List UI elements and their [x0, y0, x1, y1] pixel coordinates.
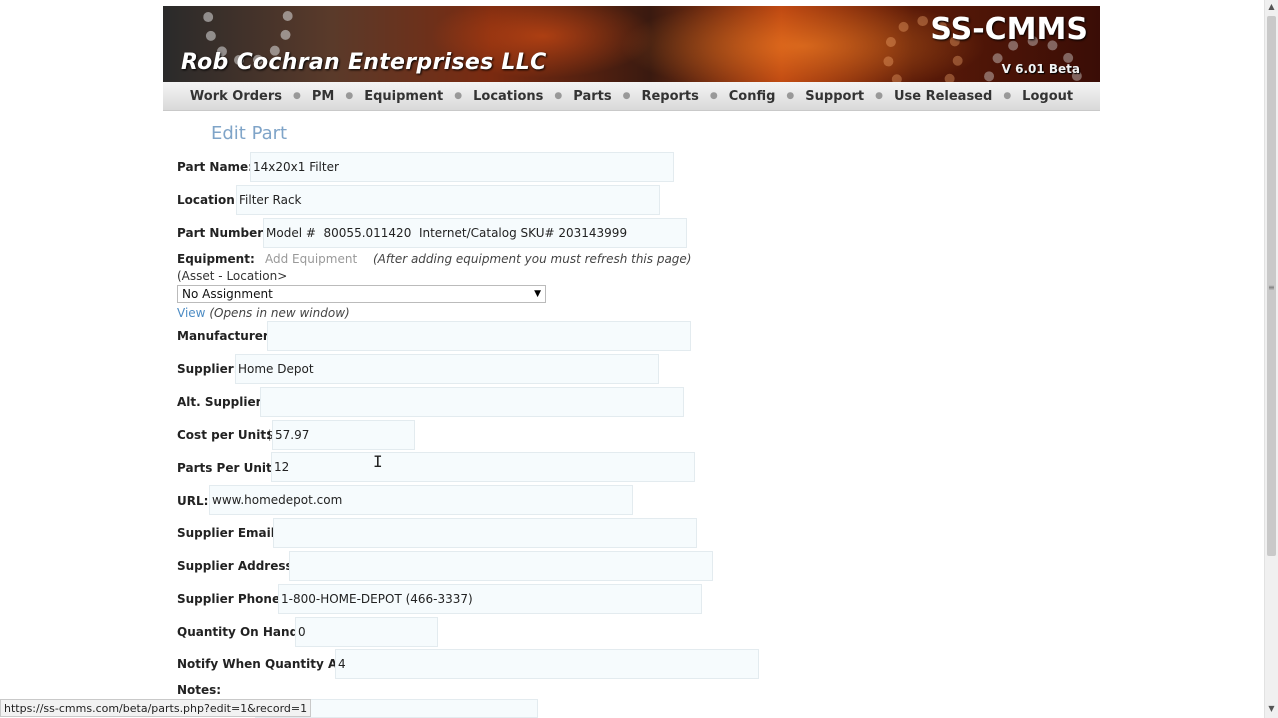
cost-per-unit-input[interactable]: 57.97: [272, 420, 415, 450]
nav-separator: ●: [345, 91, 354, 101]
nav-separator: ●: [709, 91, 718, 101]
main-nav: Work Orders ● PM ● Equipment ● Locations…: [163, 82, 1100, 111]
manufacturer-label: Manufacturer:: [177, 329, 274, 343]
quantity-on-hand-input[interactable]: 0: [295, 617, 438, 647]
alt-supplier-label: Alt. Supplier:: [177, 395, 267, 409]
nav-support[interactable]: Support: [805, 89, 864, 104]
quantity-on-hand-label: Quantity On Hand:: [177, 625, 303, 639]
supplier-address-label: Supplier Address:: [177, 559, 298, 573]
parts-per-unit-label: Parts Per Unit:: [177, 461, 277, 475]
url-label: URL:: [177, 494, 209, 508]
nav-parts[interactable]: Parts: [573, 89, 611, 104]
part-number-label: Part Number:: [177, 226, 268, 240]
status-bar-url: https://ss-cmms.com/beta/parts.php?edit=…: [0, 699, 312, 717]
part-name-input[interactable]: 14x20x1 Filter: [250, 152, 674, 182]
manufacturer-input[interactable]: [267, 321, 691, 351]
parts-per-unit-input[interactable]: 12: [271, 452, 695, 482]
scroll-down-icon[interactable]: ▼: [1267, 704, 1276, 713]
nav-reports[interactable]: Reports: [641, 89, 698, 104]
notify-quantity-input[interactable]: 4: [335, 649, 759, 679]
equipment-select-value: No Assignment: [182, 287, 273, 301]
part-number-input[interactable]: Model # 80055.011420 Internet/Catalog SK…: [263, 218, 687, 248]
nav-separator: ●: [1003, 91, 1012, 101]
url-input[interactable]: www.homedepot.com: [209, 485, 633, 515]
nav-separator: ●: [622, 91, 631, 101]
notes-label: Notes:: [177, 683, 222, 697]
nav-separator: ●: [554, 91, 563, 101]
add-equipment-link[interactable]: Add Equipment: [265, 252, 357, 266]
supplier-email-input[interactable]: [273, 518, 697, 548]
nav-work-orders[interactable]: Work Orders: [190, 89, 282, 104]
app-logo-text: SS-CMMS: [930, 12, 1088, 47]
supplier-phone-input[interactable]: 1-800-HOME-DEPOT (466-3337): [278, 584, 702, 614]
page-title: Edit Part: [211, 123, 288, 144]
cost-per-unit-label: Cost per Unit:: [177, 428, 271, 442]
supplier-label: Supplier:: [177, 362, 239, 376]
notify-quantity-label: Notify When Quantity At:: [177, 657, 348, 671]
company-name: Rob Cochran Enterprises LLC: [181, 50, 547, 75]
part-name-label: Part Name:: [177, 160, 253, 174]
location-label: Location:: [177, 193, 240, 207]
chevron-down-icon: ▼: [534, 289, 541, 299]
nav-separator: ●: [454, 91, 463, 101]
equipment-label: Equipment:: [177, 252, 255, 266]
supplier-phone-label: Supplier Phone:: [177, 592, 285, 606]
grip-icon: ≡: [1268, 283, 1275, 292]
nav-separator: ●: [786, 91, 795, 101]
alt-supplier-input[interactable]: [260, 387, 684, 417]
scroll-up-icon[interactable]: ▲: [1267, 2, 1276, 11]
equipment-select[interactable]: No Assignment ▼: [177, 285, 546, 303]
equipment-sublabel: (Asset - Location>: [177, 269, 288, 283]
supplier-address-input[interactable]: [289, 551, 713, 581]
nav-pm[interactable]: PM: [312, 89, 334, 104]
nav-locations[interactable]: Locations: [473, 89, 543, 104]
text-cursor-icon: I: [373, 452, 383, 471]
nav-logout[interactable]: Logout: [1022, 89, 1073, 104]
view-hint: (Opens in new window): [209, 306, 350, 320]
supplier-email-label: Supplier Email:: [177, 526, 280, 540]
view-equipment-link[interactable]: View: [177, 306, 205, 320]
vertical-scrollbar[interactable]: ▲ ≡ ▼: [1264, 0, 1278, 718]
supplier-input[interactable]: Home Depot: [235, 354, 659, 384]
version-label: V 6.01 Beta: [1001, 62, 1080, 76]
nav-config[interactable]: Config: [729, 89, 776, 104]
location-input[interactable]: Filter Rack: [236, 185, 660, 215]
header-banner: Rob Cochran Enterprises LLC SS-CMMS V 6.…: [163, 6, 1100, 82]
nav-separator: ●: [875, 91, 883, 101]
equipment-refresh-hint: (After adding equipment you must refresh…: [373, 252, 692, 266]
nav-separator: ●: [293, 91, 301, 101]
nav-equipment[interactable]: Equipment: [364, 89, 443, 104]
nav-use-released[interactable]: Use Released: [894, 89, 992, 104]
